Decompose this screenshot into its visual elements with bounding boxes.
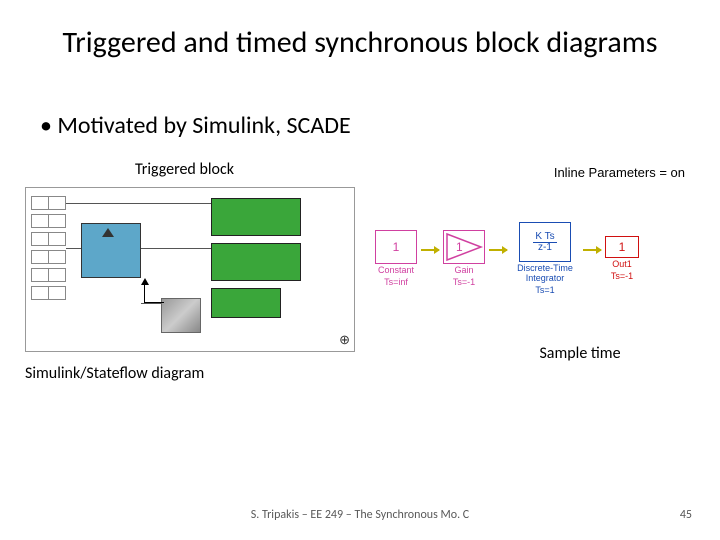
constant-block: 1 Constant Ts=inf [375,230,417,288]
param-stack [31,196,66,304]
svg-text:1: 1 [456,240,463,254]
simulink-block-row: 1 Constant Ts=inf 1 Gain Ts=-1 K Ts [375,222,695,296]
signal-arrow-3 [583,249,601,251]
right-caption: Sample time [465,344,695,363]
gain-block: 1 Gain Ts=-1 [443,230,485,288]
left-column: Triggered block ⊕ Simulink/Stateflow dia [25,165,355,383]
constant-ts: Ts=inf [384,278,408,288]
magnify-icon: ⊕ [339,333,350,348]
signal-arrow-1 [421,249,439,251]
bullet-motivated: • Motivated by Simulink, SCADE [40,111,720,140]
gain-ts: Ts=-1 [453,278,475,288]
constant-name: Constant [378,266,414,276]
inline-parameters-label: Inline Parameters = on [375,165,695,180]
footer-text: S. Tripakis – EE 249 – The Synchronous M… [0,508,720,522]
out-ts: Ts=-1 [611,272,633,282]
integrator-denominator: z-1 [536,243,554,253]
triggered-block-label: Triggered block [135,160,234,179]
page-number: 45 [680,508,692,522]
green-block-3 [211,288,281,318]
simulink-stateflow-diagram: ⊕ [25,187,355,352]
integrator-block: K Ts z-1 Discrete-Time Integrator Ts=1 [511,222,579,296]
image-block [161,298,201,333]
constant-box: 1 [375,230,417,264]
out-block: 1 Out1 Ts=-1 [605,236,639,282]
green-block-2 [211,243,301,281]
integrator-ts: Ts=1 [535,286,554,296]
right-column: Inline Parameters = on 1 Constant Ts=inf… [375,165,695,383]
gain-box: 1 [443,230,485,264]
gain-name: Gain [454,266,473,276]
out-name: Out1 [612,260,632,270]
content-row: Triggered block ⊕ Simulink/Stateflow dia [0,165,720,383]
triggered-block-box [81,223,141,278]
gain-triangle-icon: 1 [444,231,484,263]
integrator-name: Discrete-Time Integrator [511,264,579,284]
signal-arrow-2 [489,249,507,251]
callout-arrow [144,283,164,303]
slide-title: Triggered and timed synchronous block di… [0,0,720,61]
integrator-numerator: K Ts [533,232,556,243]
green-block-1 [211,198,301,236]
out-box: 1 [605,236,639,258]
integrator-box: K Ts z-1 [519,222,571,262]
left-caption: Simulink/Stateflow diagram [25,364,355,383]
